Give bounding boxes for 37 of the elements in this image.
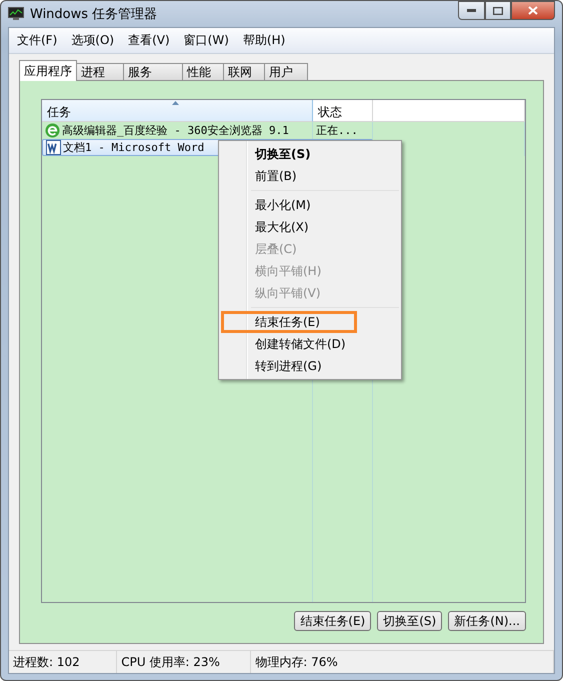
- close-icon: [528, 6, 538, 15]
- tab[interactable]: 联网: [223, 63, 265, 81]
- dialog-button[interactable]: 新任务(N)...: [448, 611, 526, 631]
- tab[interactable]: 进程: [76, 63, 124, 81]
- tab[interactable]: 服务: [123, 63, 183, 81]
- minimize-icon: [467, 9, 476, 12]
- status-text: CPU 使用率: 23%: [117, 651, 252, 673]
- maximize-icon: [493, 6, 503, 14]
- close-button[interactable]: [511, 1, 555, 20]
- document-icon: [46, 140, 61, 155]
- menu-item[interactable]: 选项(O): [65, 30, 120, 51]
- status-text: 进程数: 102: [9, 651, 118, 673]
- context-menu-item[interactable]: 最小化(M): [221, 194, 399, 216]
- tab[interactable]: 应用程序: [19, 60, 77, 81]
- context-menu-item[interactable]: 最大化(X): [221, 216, 399, 238]
- browser-icon: [45, 123, 60, 138]
- menu-item[interactable]: 帮助(H): [236, 30, 292, 51]
- context-menu-item[interactable]: 结束任务(E): [221, 311, 357, 333]
- column-header[interactable]: 任务: [42, 100, 313, 122]
- context-menu-item[interactable]: 前置(B): [221, 165, 399, 187]
- dialog-button[interactable]: 切换至(S): [377, 611, 442, 631]
- tab[interactable]: 用户: [264, 63, 308, 81]
- menu-item[interactable]: 查看(V): [122, 30, 176, 51]
- tab[interactable]: 性能: [182, 63, 224, 81]
- context-menu-item[interactable]: 创建转储文件(D): [221, 333, 399, 355]
- window-title: Windows 任务管理器: [30, 6, 158, 23]
- minimize-button[interactable]: [458, 1, 485, 20]
- menu-item[interactable]: 文件(F): [11, 30, 64, 51]
- menu-item[interactable]: 窗口(W): [178, 30, 235, 51]
- sort-caret-icon: [172, 101, 179, 105]
- task-name: 文档1 - Microsoft Word: [63, 140, 204, 155]
- monitor-icon: [8, 7, 24, 21]
- column-header[interactable]: 状态: [313, 100, 373, 122]
- maximize-button[interactable]: [485, 1, 511, 20]
- status-text: 物理内存: 76%: [251, 651, 554, 673]
- dialog-button[interactable]: 结束任务(E): [294, 611, 372, 631]
- context-menu-item[interactable]: 转到进程(G): [221, 355, 399, 377]
